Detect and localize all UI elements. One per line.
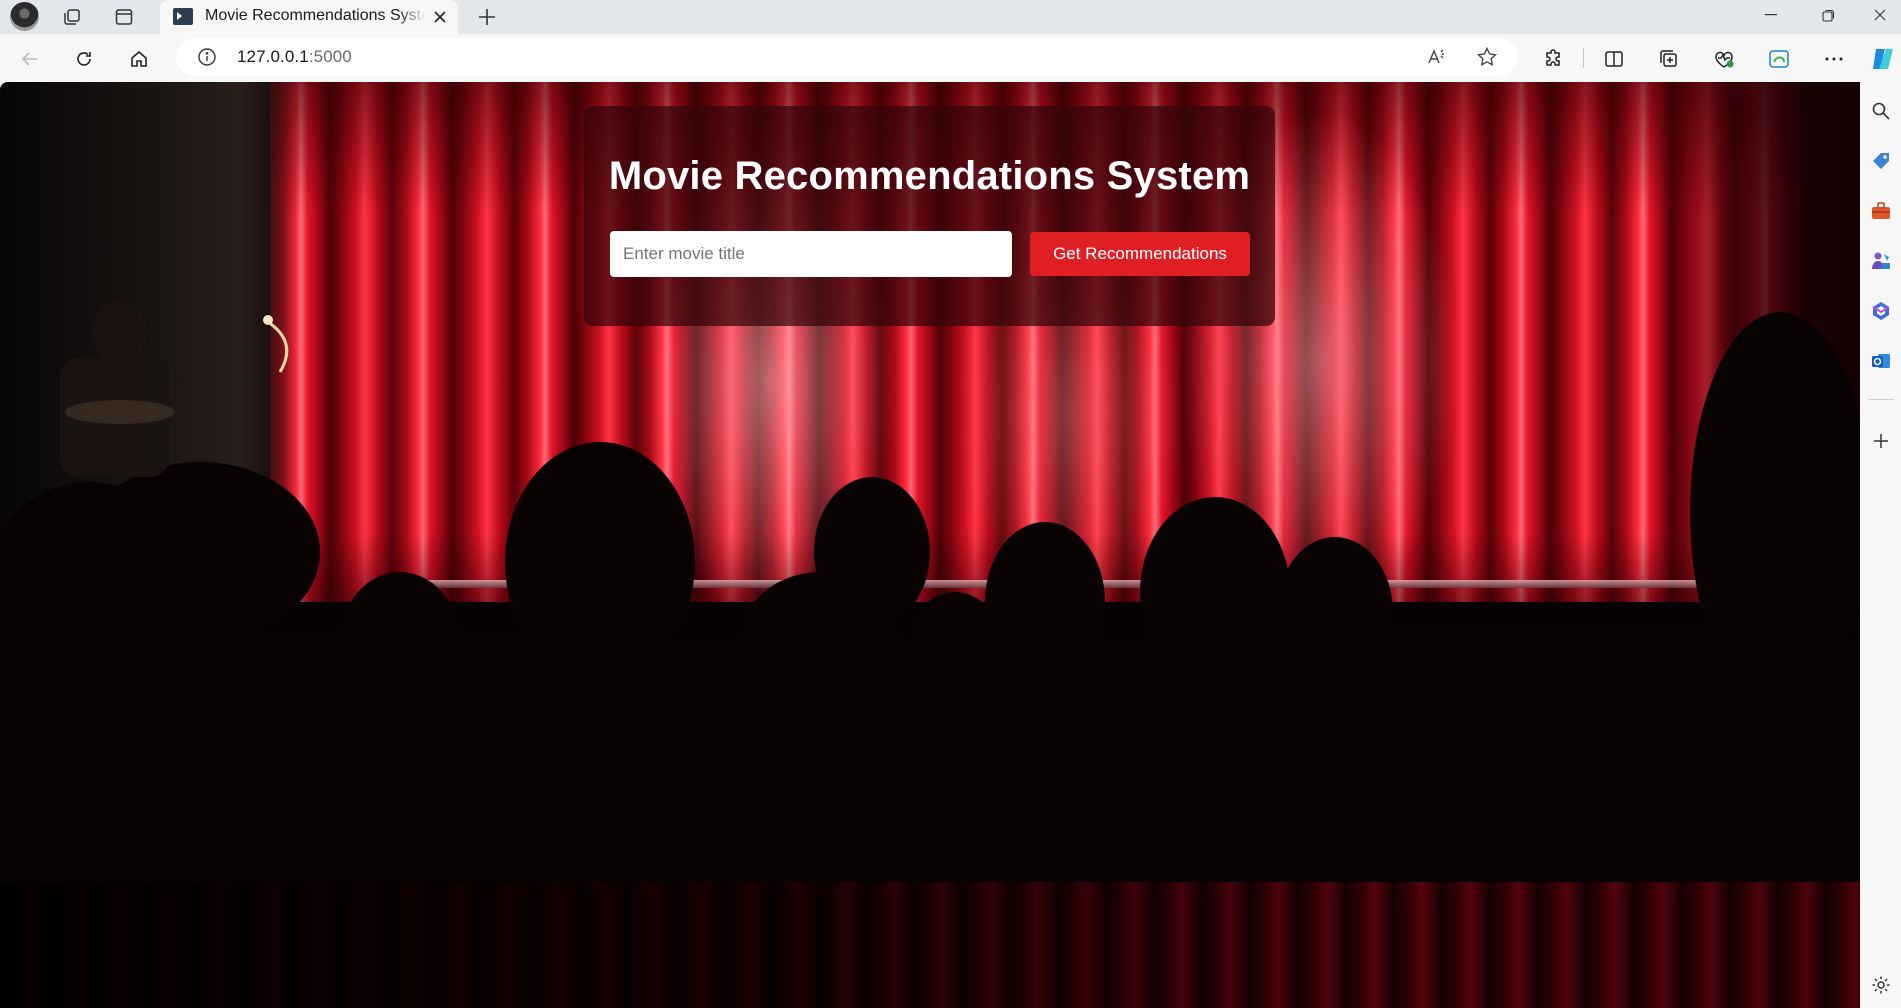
active-tab[interactable]: Movie Recommendations System xyxy=(160,0,458,34)
read-aloud-icon[interactable] xyxy=(1425,45,1449,69)
edge-sidebar xyxy=(1860,82,1901,1008)
vertical-tabs-icon[interactable] xyxy=(111,4,137,30)
get-recommendations-button[interactable]: Get Recommendations xyxy=(1030,232,1250,276)
info-icon[interactable] xyxy=(196,46,218,68)
settings-icon[interactable] xyxy=(1868,972,1894,998)
edge-icon[interactable] xyxy=(1763,43,1795,75)
copilot-icon[interactable] xyxy=(1866,43,1898,75)
search-icon[interactable] xyxy=(1868,98,1894,124)
tools-icon[interactable] xyxy=(1868,198,1894,224)
page-viewport: Movie Recommendations System Get Recomme… xyxy=(0,82,1860,1008)
terminal-favicon-icon xyxy=(173,8,193,25)
outlook-icon[interactable] xyxy=(1868,348,1894,374)
url-host: 127.0.0.1 xyxy=(237,47,309,66)
toolbar-divider xyxy=(1583,48,1584,68)
new-tab-icon[interactable] xyxy=(472,2,502,32)
profile-avatar[interactable] xyxy=(10,2,39,31)
workspaces-icon[interactable] xyxy=(59,4,85,30)
games-icon[interactable] xyxy=(1868,248,1894,274)
browser-essentials-icon[interactable] xyxy=(1708,43,1740,75)
shopping-tag-icon[interactable] xyxy=(1868,148,1894,174)
close-window-icon[interactable] xyxy=(1857,0,1901,30)
collections-icon[interactable] xyxy=(1653,43,1685,75)
restore-icon[interactable] xyxy=(1805,0,1851,30)
more-icon[interactable] xyxy=(1818,43,1850,75)
page-title: Movie Recommendations System xyxy=(608,154,1251,198)
movie-title-input[interactable] xyxy=(610,231,1012,277)
browser-toolbar: 127.0.0.1:5000 xyxy=(0,34,1901,82)
tab-title: Movie Recommendations System xyxy=(205,7,425,24)
url-text[interactable]: 127.0.0.1:5000 xyxy=(237,47,352,67)
microsoft365-icon[interactable] xyxy=(1868,298,1894,324)
favorite-star-icon[interactable] xyxy=(1475,45,1499,69)
split-screen-icon[interactable] xyxy=(1598,43,1630,75)
tab-close-icon[interactable] xyxy=(428,5,452,29)
home-icon[interactable] xyxy=(123,43,155,75)
lower-shadow xyxy=(0,882,1860,1008)
browser-tab-strip: Movie Recommendations System xyxy=(0,0,1901,34)
extensions-icon[interactable] xyxy=(1538,43,1570,75)
back-icon[interactable] xyxy=(14,43,46,75)
refresh-icon[interactable] xyxy=(68,43,100,75)
minimize-icon[interactable] xyxy=(1748,0,1794,30)
search-card: Movie Recommendations System Get Recomme… xyxy=(584,106,1275,326)
url-port: :5000 xyxy=(308,47,352,66)
sidebar-divider xyxy=(1868,399,1894,400)
add-icon[interactable] xyxy=(1868,428,1894,454)
address-bar[interactable]: 127.0.0.1:5000 xyxy=(176,38,1518,76)
